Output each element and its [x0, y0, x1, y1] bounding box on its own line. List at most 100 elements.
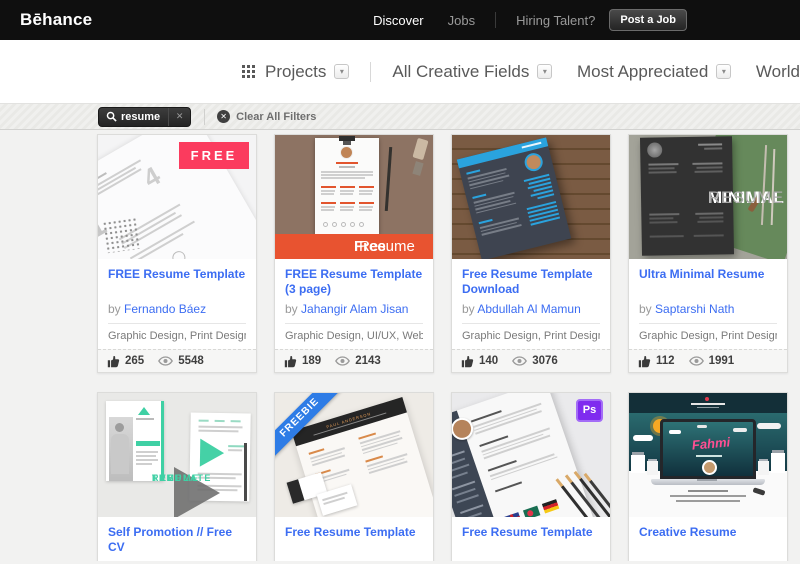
post-a-job-button[interactable]: Post a Job [609, 9, 687, 31]
thumb-art-cloud [633, 435, 653, 441]
thumb-art-dots [102, 217, 142, 254]
search-toolbar: Projects ▾ All Creative Fields ▾ Most Ap… [0, 40, 800, 103]
author-link[interactable]: Jahangir Alam Jisan [301, 302, 408, 316]
sort-dropdown[interactable]: Most Appreciated ▾ [577, 62, 731, 82]
clear-circle-x-icon: ✕ [217, 110, 230, 123]
active-filters-bar: resume ✕ ✕ Clear All Filters [0, 103, 800, 130]
projects-dropdown[interactable]: Projects ▾ [265, 62, 349, 82]
project-stats: 112 1991 [629, 349, 787, 372]
clear-all-filters-button[interactable]: ✕ Clear All Filters [217, 110, 316, 123]
thumb-art [457, 137, 571, 259]
appreciations-icon [461, 355, 474, 368]
nav-jobs[interactable]: Jobs [448, 13, 475, 28]
author-link[interactable]: Alamin Mir [477, 560, 534, 561]
project-title-link[interactable]: Creative Resume [639, 525, 777, 557]
nav-discover[interactable]: Discover [373, 13, 424, 28]
card-divider [285, 323, 423, 324]
toolbar-divider [370, 62, 371, 82]
project-grid: 1 4 FREE FREE Resume Template by Fernand… [0, 130, 800, 561]
project-thumbnail[interactable]: MINIMALRESUME [629, 135, 787, 259]
search-filter-tag[interactable]: resume ✕ [98, 107, 191, 127]
creative-fields-text: Graphic Design, UI/UX, Web D... [285, 330, 423, 349]
appreciations-icon [107, 355, 120, 368]
search-tag-body[interactable]: resume [99, 111, 168, 123]
project-title-link[interactable]: Ultra Minimal Resume [639, 267, 777, 299]
region-label: World [756, 62, 800, 82]
project-title-link[interactable]: FREE Resume Template (3 page) [285, 267, 423, 299]
thumb-art-house [647, 461, 658, 475]
project-thumbnail[interactable]: FREE RESUME TEMPLATE [98, 393, 256, 517]
by-label: by [285, 560, 298, 561]
project-card: Fahmi Creative Resume by The Creadeas [628, 392, 788, 561]
thumb-art [315, 138, 379, 235]
author-link[interactable]: Abdullah Al Mamun [477, 302, 580, 316]
thumb-art-pen [385, 147, 392, 211]
views-icon [512, 356, 527, 366]
remove-filter-icon[interactable]: ✕ [168, 107, 190, 127]
free-resume-banner: FreeResume [275, 234, 433, 259]
overlay-line: TEMPLATE [152, 473, 212, 484]
project-thumbnail[interactable]: PAUL ANDERSON FREEBI [275, 393, 433, 517]
free-badge: FREE [179, 142, 249, 169]
views-icon [689, 356, 704, 366]
thumb-art-laptop-screen: Fahmi [660, 419, 756, 479]
thumb-art-eraser [412, 138, 428, 160]
views-count: 1991 [709, 355, 735, 367]
nav-hiring-talent[interactable]: Hiring Talent? [516, 13, 595, 28]
project-thumbnail[interactable]: 1 4 FREE [98, 135, 256, 259]
author-link[interactable]: Paolo Pettigiani [124, 560, 207, 561]
behance-logo[interactable]: Bēhance [20, 0, 92, 40]
project-card: FREE RESUME TEMPLATE Self Promotion // F… [97, 392, 257, 561]
sort-label: Most Appreciated [577, 62, 708, 82]
top-navigation-bar: Bēhance Discover Jobs Hiring Talent? Pos… [0, 0, 800, 40]
project-title-link[interactable]: Free Resume Template Download [462, 267, 600, 299]
project-thumbnail[interactable] [452, 135, 610, 259]
author-link[interactable]: The Creadeas [655, 560, 731, 561]
chevron-down-icon[interactable]: ▾ [716, 64, 731, 79]
by-label: by [108, 560, 121, 561]
by-label: by [639, 560, 652, 561]
by-label: by [462, 302, 475, 316]
creative-fields-text: Graphic Design, Print Design, ... [639, 330, 777, 349]
nav-divider [495, 12, 496, 28]
project-card: Ps Free Resume Template by Alamin Mir [451, 392, 611, 561]
search-tag-label: resume [121, 111, 160, 123]
project-thumbnail[interactable]: Ps [452, 393, 610, 517]
thumb-art-house [631, 455, 645, 473]
appreciations-count: 189 [302, 355, 321, 367]
project-title-link[interactable]: Self Promotion // Free CV [108, 525, 246, 557]
region-dropdown[interactable]: World [756, 62, 800, 82]
project-title-link[interactable]: FREE Resume Template [108, 267, 246, 299]
project-thumbnail[interactable]: Fahmi [629, 393, 787, 517]
views-icon [335, 356, 350, 366]
chevron-down-icon[interactable]: ▾ [334, 64, 349, 79]
creative-fields-text: Graphic Design, Print Design [108, 330, 246, 349]
creative-fields-text: Graphic Design, Print Design [462, 330, 600, 349]
project-thumbnail[interactable]: FreeResume [275, 135, 433, 259]
thumb-art-header [629, 393, 787, 413]
banner-light-text: Resume [359, 234, 415, 259]
thumb-art-laptop-base [651, 479, 765, 485]
fahmi-script-text: Fahmi [663, 432, 760, 455]
appreciations-count: 112 [656, 355, 675, 367]
projects-label: Projects [265, 62, 326, 82]
author-link[interactable]: Fernando Báez [124, 302, 206, 316]
appreciations-count: 140 [479, 355, 498, 367]
by-label: by [639, 302, 652, 316]
by-label: by [462, 560, 475, 561]
chevron-down-icon[interactable]: ▾ [537, 64, 552, 79]
project-title-link[interactable]: Free Resume Template [285, 525, 423, 557]
thumb-art-cloud [757, 423, 781, 429]
project-stats: 189 2143 [275, 349, 433, 372]
appreciations-icon [638, 355, 651, 368]
card-divider [639, 323, 777, 324]
author-link[interactable]: Saptarshi Nath [655, 302, 734, 316]
creative-fields-dropdown[interactable]: All Creative Fields ▾ [392, 62, 552, 82]
filter-divider [204, 109, 205, 125]
project-title-link[interactable]: Free Resume Template [462, 525, 600, 557]
author-link[interactable]: Tamzid Hasan [301, 560, 377, 561]
views-icon [158, 356, 173, 366]
photoshop-badge: Ps [576, 399, 603, 422]
project-card: FreeResume FREE Resume Template (3 page)… [274, 134, 434, 373]
search-icon [106, 111, 117, 122]
